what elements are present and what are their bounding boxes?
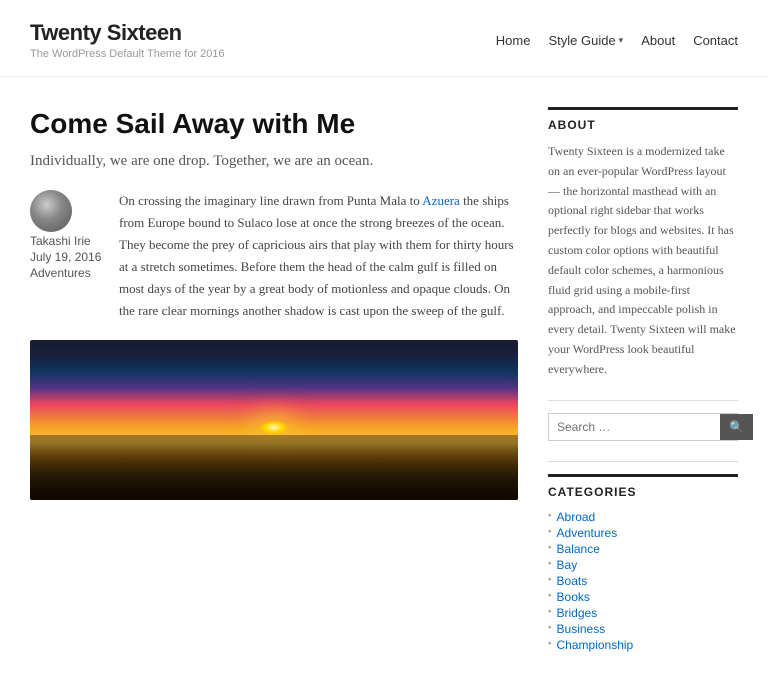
- post-subtitle: Individually, we are one drop. Together,…: [30, 153, 518, 170]
- search-form: 🔍: [548, 413, 738, 441]
- category-link[interactable]: Championship: [557, 638, 634, 652]
- list-item: • Balance: [548, 541, 738, 557]
- widget-categories: CATEGORIES • Abroad • Adventures • Balance • Ba…: [548, 474, 738, 653]
- chevron-down-icon: ▾: [619, 35, 624, 46]
- search-icon: 🔍: [729, 420, 744, 434]
- category-link[interactable]: Bridges: [557, 606, 598, 620]
- bullet-icon: •: [548, 575, 552, 586]
- bullet-icon: •: [548, 607, 552, 618]
- nav-item-about[interactable]: About: [641, 33, 675, 48]
- list-item: • Books: [548, 589, 738, 605]
- search-input[interactable]: [549, 414, 720, 440]
- site-header: Twenty Sixteen The WordPress Default The…: [0, 0, 768, 77]
- list-item: • Championship: [548, 637, 738, 653]
- bullet-icon: •: [548, 623, 552, 634]
- sidebar-divider-1: [548, 400, 738, 401]
- category-link[interactable]: Abroad: [557, 510, 596, 524]
- bullet-icon: •: [548, 559, 552, 570]
- nav-item-contact[interactable]: Contact: [693, 33, 738, 48]
- widget-categories-title: CATEGORIES: [548, 474, 738, 499]
- widget-search: 🔍: [548, 413, 738, 441]
- post-category[interactable]: Adventures: [30, 266, 105, 280]
- main-nav: Home Style Guide ▾ About Contact: [496, 33, 738, 48]
- site-branding: Twenty Sixteen The WordPress Default The…: [30, 20, 225, 60]
- sidebar-divider-2: [548, 461, 738, 462]
- post-link-azuera[interactable]: Azuera: [422, 193, 460, 208]
- main-content: Come Sail Away with Me Individually, we …: [30, 107, 518, 673]
- avatar: [30, 190, 72, 232]
- post-image: [30, 340, 518, 500]
- nav-item-style-guide[interactable]: Style Guide ▾: [548, 33, 623, 48]
- site-description: The WordPress Default Theme for 2016: [30, 48, 225, 60]
- sidebar: ABOUT Twenty Sixteen is a modernized tak…: [548, 107, 738, 673]
- post-author: Takashi Irie: [30, 234, 105, 248]
- post-article: Come Sail Away with Me Individually, we …: [30, 107, 518, 500]
- post-body-row: Takashi Irie July 19, 2016 Adventures On…: [30, 190, 518, 323]
- search-button[interactable]: 🔍: [720, 414, 753, 440]
- post-meta: Takashi Irie July 19, 2016 Adventures: [30, 190, 105, 323]
- water-reflection: [30, 435, 518, 500]
- list-item: • Abroad: [548, 509, 738, 525]
- sun-glow: [259, 420, 289, 435]
- bullet-icon: •: [548, 527, 552, 538]
- nav-item-home[interactable]: Home: [496, 33, 531, 48]
- post-title: Come Sail Away with Me: [30, 107, 518, 141]
- list-item: • Adventures: [548, 525, 738, 541]
- category-link[interactable]: Balance: [557, 542, 600, 556]
- widget-about: ABOUT Twenty Sixteen is a modernized tak…: [548, 107, 738, 380]
- site-content: Come Sail Away with Me Individually, we …: [0, 77, 768, 693]
- category-link[interactable]: Books: [557, 590, 590, 604]
- widget-about-text: Twenty Sixteen is a modernized take on a…: [548, 142, 738, 380]
- bullet-icon: •: [548, 543, 552, 554]
- list-item: • Business: [548, 621, 738, 637]
- category-link[interactable]: Adventures: [557, 526, 618, 540]
- list-item: • Bridges: [548, 605, 738, 621]
- widget-about-title: ABOUT: [548, 107, 738, 132]
- list-item: • Bay: [548, 557, 738, 573]
- category-link[interactable]: Business: [557, 622, 606, 636]
- categories-list: •Abroad•Adventures•Balance•Bay•Boats•Boo…: [548, 509, 738, 653]
- post-date: July 19, 2016: [30, 250, 105, 264]
- bullet-icon: •: [548, 511, 552, 522]
- bullet-icon: •: [548, 639, 552, 650]
- category-link[interactable]: Bay: [557, 558, 578, 572]
- post-body-text: On crossing the imaginary line drawn fro…: [119, 190, 518, 323]
- avatar-image: [30, 190, 72, 232]
- bullet-icon: •: [548, 591, 552, 602]
- list-item: •Boats: [548, 573, 738, 589]
- site-title: Twenty Sixteen: [30, 20, 225, 46]
